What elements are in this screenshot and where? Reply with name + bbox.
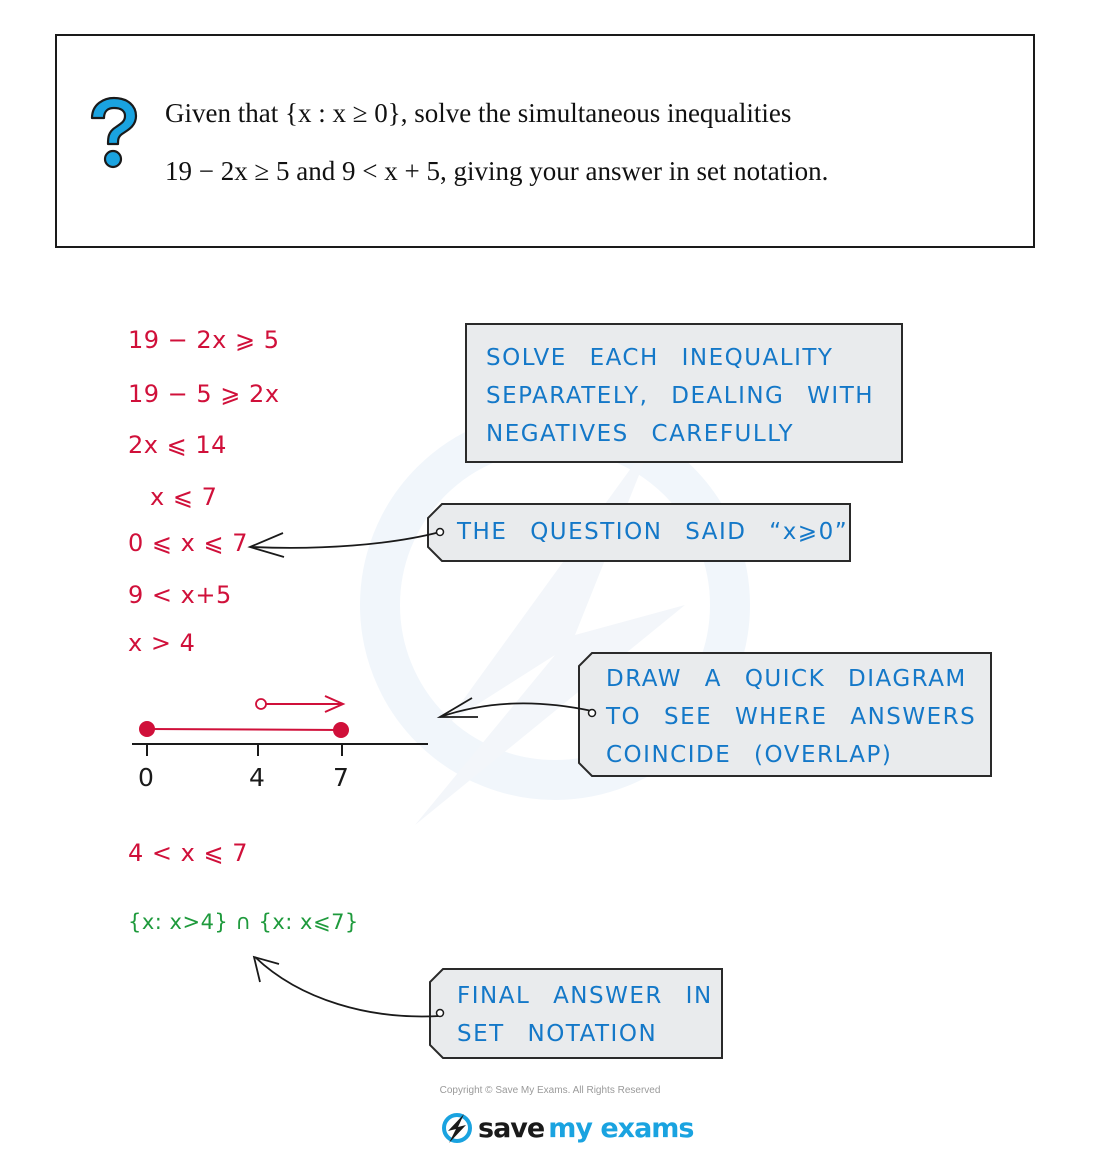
- arrow-final: [254, 956, 441, 1018]
- working-step: 9 < x+5: [128, 581, 232, 609]
- tick-label: 7: [333, 763, 350, 792]
- arrowhead-final: [252, 955, 280, 983]
- lightning-logo-icon: [442, 1113, 472, 1143]
- question-text: , solve the simultaneous inequalities: [400, 98, 792, 128]
- working-step: 19 − 5 ⩾ 2x: [128, 380, 280, 408]
- note-text: SEPARATELY, DEALING WITH: [486, 383, 875, 409]
- question-text: Given that: [165, 98, 285, 128]
- question-mark-icon: [90, 96, 138, 169]
- closed-interval-segment: [146, 728, 343, 731]
- note-draw-diagram: DRAW A QUICK DIAGRAM TO SEE WHERE ANSWER…: [606, 660, 976, 774]
- note-text: SOLVE EACH INEQUALITY: [486, 345, 834, 371]
- working-step: x > 4: [128, 629, 196, 657]
- note-text: FINAL ANSWER IN: [457, 983, 713, 1009]
- note-text: NEGATIVES CAREFULLY: [486, 421, 795, 447]
- open-dot-4: [255, 698, 267, 710]
- copyright-text: Copyright © Save My Exams. All Rights Re…: [439, 1085, 661, 1096]
- set-notation-answer: {x: x>4} ∩ {x: x⩽7}: [128, 910, 359, 934]
- working-step: 0 ⩽ x ⩽ 7: [128, 529, 248, 557]
- working-step: x ⩽ 7: [150, 483, 218, 511]
- tick-label: 4: [249, 763, 266, 792]
- note-text: THE QUESTION SAID “x⩾0”: [457, 519, 849, 545]
- arrowhead-question-said: [247, 532, 285, 558]
- note-text: TO SEE WHERE ANSWERS: [606, 704, 977, 730]
- closed-dot-0: [139, 721, 155, 737]
- brand-logo: save my exams: [440, 1108, 695, 1148]
- note-solve-each: SOLVE EACH INEQUALITY SEPARATELY, DEALIN…: [465, 323, 903, 463]
- note-question-said: THE QUESTION SAID “x⩾0”: [457, 513, 848, 551]
- tag-hole: [435, 1008, 445, 1018]
- note-text: DRAW A QUICK DIAGRAM: [606, 666, 967, 692]
- closed-dot-7: [333, 722, 349, 738]
- note-final-answer: FINAL ANSWER IN SET NOTATION: [457, 977, 713, 1053]
- combined-inequality: 4 < x ⩽ 7: [128, 839, 248, 867]
- note-text: SET NOTATION: [457, 1021, 658, 1047]
- domain-set: {x : x ≥ 0}: [284, 98, 401, 128]
- tick-label: 0: [138, 763, 155, 792]
- ray-arrowhead: [324, 695, 346, 713]
- brand-name-part1: save: [478, 1112, 545, 1144]
- brand-name-part2: my exams: [548, 1112, 694, 1144]
- question-box: [55, 34, 1035, 248]
- question-line-1: Given that {x : x ≥ 0}, solve the simult…: [165, 98, 791, 129]
- question-line-2: 19 − 2x ≥ 5 and 9 < x + 5, giving your a…: [165, 156, 829, 186]
- working-step: 19 − 2x ⩾ 5: [128, 326, 280, 354]
- note-text: COINCIDE (OVERLAP): [606, 742, 893, 768]
- working-step: 2x ⩽ 14: [128, 431, 227, 459]
